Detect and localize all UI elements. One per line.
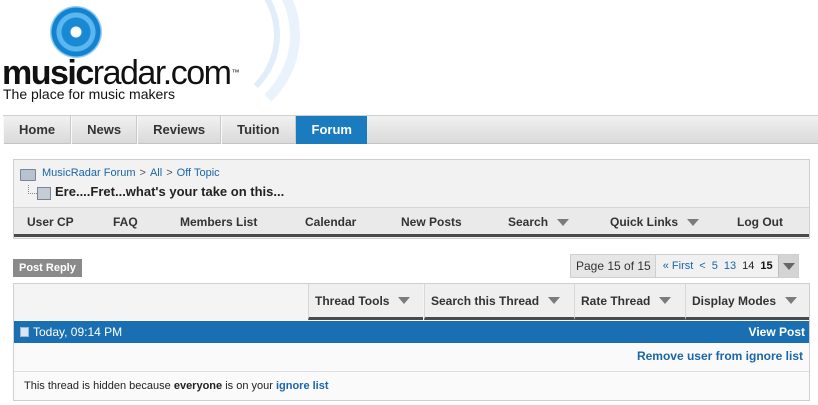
- chevron-down-icon: [548, 297, 561, 304]
- subnav-calendar[interactable]: Calendar: [305, 215, 356, 229]
- forum-folder-icon[interactable]: [20, 167, 36, 181]
- site-header: musicradar.com™ The place for music make…: [0, 0, 818, 115]
- subnav-search-menu[interactable]: Search: [508, 215, 570, 229]
- post-date: Today, 09:14 PM: [20, 325, 122, 339]
- subnav-log-out[interactable]: Log Out: [737, 215, 783, 229]
- chevron-down-icon: [687, 218, 700, 226]
- search-thread-menu[interactable]: Search this Thread: [424, 284, 574, 320]
- thread-tools-bar: Thread Tools Search this Thread Rate Thr…: [14, 284, 809, 320]
- breadcrumb-separator: >: [166, 167, 173, 179]
- remove-from-ignore-link[interactable]: Remove user from ignore list: [637, 349, 803, 363]
- page-jump-dropdown-icon[interactable]: [777, 255, 798, 277]
- logo-trademark: ™: [231, 68, 240, 77]
- post-header-bar: Today, 09:14 PM View Post: [14, 321, 809, 343]
- nav-tab-tuition[interactable]: Tuition: [221, 116, 296, 144]
- chevron-down-icon: [557, 218, 570, 226]
- subnav-quick-links-label: Quick Links: [610, 215, 679, 229]
- hidden-msg-mid: is on your: [222, 380, 276, 392]
- subnav-quick-links-menu[interactable]: Quick Links: [610, 215, 700, 229]
- thread-tools-menu[interactable]: Thread Tools: [308, 284, 423, 320]
- display-modes-label: Display Modes: [692, 293, 777, 308]
- chevron-down-icon: [659, 297, 672, 304]
- site-tagline: The place for music makers: [3, 86, 175, 102]
- hidden-thread-message: This thread is hidden because everyone i…: [14, 371, 809, 400]
- main-nav: Home News Reviews Tuition Forum: [3, 115, 818, 144]
- subnav-faq[interactable]: FAQ: [113, 215, 138, 229]
- subnav-search-label: Search: [508, 215, 549, 229]
- search-thread-label: Search this Thread: [431, 293, 540, 308]
- page-current: 15: [760, 260, 773, 272]
- chevron-down-icon: [785, 297, 798, 304]
- chevron-down-icon: [398, 297, 411, 304]
- breadcrumb-link-forum-home[interactable]: MusicRadar Forum: [42, 167, 136, 179]
- thread-title: Ere....Fret...what's your take on this..…: [55, 184, 285, 199]
- page-link[interactable]: 5: [709, 260, 721, 272]
- hidden-msg-prefix: This thread is hidden because: [24, 380, 174, 392]
- subnav-user-cp[interactable]: User CP: [27, 215, 74, 229]
- breadcrumb-link-off-topic[interactable]: Off Topic: [177, 167, 220, 179]
- breadcrumb: MusicRadar Forum > All > Off Topic: [20, 167, 220, 181]
- post-date-text: Today, 09:14 PM: [33, 325, 123, 339]
- page-first-link[interactable]: « First: [660, 260, 697, 272]
- rate-thread-menu[interactable]: Rate Thread: [574, 284, 685, 320]
- nav-tab-reviews[interactable]: Reviews: [137, 116, 222, 144]
- nav-tab-home[interactable]: Home: [3, 116, 72, 144]
- breadcrumb-box: MusicRadar Forum > All > Off Topic Ere..…: [13, 159, 810, 239]
- breadcrumb-separator: >: [139, 167, 146, 179]
- hidden-msg-who: everyone: [173, 380, 223, 392]
- post-reply-button[interactable]: Post Reply: [13, 259, 82, 277]
- post-document-icon: [20, 327, 29, 337]
- display-modes-menu[interactable]: Display Modes: [685, 284, 809, 320]
- nav-tab-news[interactable]: News: [71, 116, 138, 144]
- musicradar-logo-disc-icon[interactable]: [50, 6, 102, 58]
- subnav-new-posts[interactable]: New Posts: [401, 215, 462, 229]
- site-logo[interactable]: musicradar.com™: [2, 56, 239, 90]
- page-link[interactable]: 13: [721, 260, 739, 272]
- page-indicator: Page 15 of 15: [571, 255, 656, 277]
- forum-sub-nav: User CP FAQ Members List Calendar New Po…: [14, 207, 809, 237]
- thread-container: Thread Tools Search this Thread Rate Thr…: [13, 283, 810, 401]
- thread-title-row: Ere....Fret...what's your take on this..…: [26, 184, 285, 200]
- nav-tab-forum[interactable]: Forum: [295, 116, 367, 144]
- pagination: Page 15 of 15 « First < 5 13 14 15: [570, 254, 799, 278]
- view-post-link[interactable]: View Post: [749, 325, 805, 339]
- page-link[interactable]: 14: [739, 260, 757, 272]
- rate-thread-label: Rate Thread: [581, 293, 651, 308]
- thread-page-icon: [26, 184, 52, 200]
- page-prev-link[interactable]: <: [696, 260, 708, 272]
- ignore-list-link[interactable]: ignore list: [276, 380, 329, 392]
- subnav-members-list[interactable]: Members List: [180, 215, 257, 229]
- thread-tools-label: Thread Tools: [315, 293, 390, 308]
- breadcrumb-link-all[interactable]: All: [150, 167, 162, 179]
